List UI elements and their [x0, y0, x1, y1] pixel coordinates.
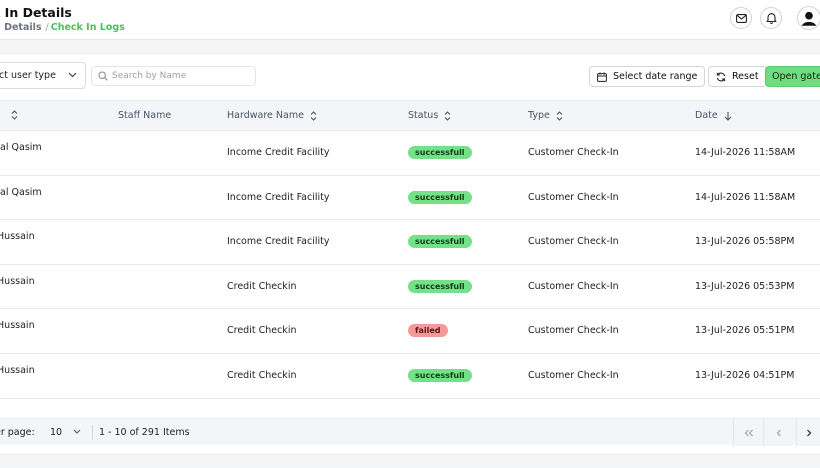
status-badge: successfull [408, 369, 472, 382]
row-person-name: n Hussain [0, 320, 35, 332]
date-range-button[interactable]: Select date range [589, 66, 706, 87]
column-header-label: Date [695, 110, 718, 121]
column-header-label: Staff Name [118, 110, 172, 121]
footer-divider [92, 425, 93, 440]
per-page-select[interactable]: 10 [45, 423, 87, 442]
sort-icon [444, 110, 451, 121]
table-header: Staff Name Hardware Name Status Type Dat… [0, 100, 820, 131]
row-hardware-name: Credit Checkin [227, 370, 297, 381]
breadcrumb-parent[interactable]: n Details [0, 22, 42, 33]
row-hardware-name: Income Credit Facility [227, 236, 330, 248]
app-header: k In Details n Details/Check In Logs [0, 0, 820, 40]
user-type-select[interactable]: ct user type [0, 62, 86, 89]
row-person-name: n Hussain [0, 365, 35, 376]
sort-icon [11, 110, 18, 120]
column-header-date[interactable]: Date [695, 110, 732, 121]
row-hardware-name: Income Credit Facility [227, 191, 330, 203]
column-header-staff-name[interactable]: Staff Name [118, 110, 171, 121]
row-date: 13-Jul-2026 05:53PM [695, 280, 795, 292]
per-page-value: 10 [50, 427, 63, 438]
reset-button[interactable]: Reset [708, 66, 767, 87]
row-date: 14-Jul-2026 11:58AM [695, 147, 796, 158]
row-person-name: n Hussain [0, 231, 35, 243]
chevron-left-icon [776, 429, 781, 436]
reset-label: Reset [732, 71, 759, 82]
search-input[interactable] [112, 71, 252, 81]
row-type: Customer Check-In [528, 325, 619, 337]
chevron-right-icon [806, 429, 811, 436]
table-footer: er page: 10 1 - 10 of 291 Items [0, 418, 820, 446]
breadcrumb: n Details/Check In Logs [0, 22, 125, 33]
chevrons-left-icon [744, 429, 753, 436]
row-hardware-name: Credit Checkin [227, 325, 297, 337]
column-header-name[interactable] [5, 110, 18, 120]
search-icon [98, 71, 108, 81]
column-header-label: Hardware Name [227, 110, 304, 121]
user-avatar-icon [798, 7, 820, 29]
status-badge: failed [408, 324, 448, 338]
column-header-status[interactable]: Status [408, 110, 451, 121]
row-hardware-name: Income Credit Facility [227, 147, 330, 158]
row-type: Customer Check-In [528, 370, 619, 381]
previous-page-button[interactable] [763, 419, 793, 446]
row-date: 13-Jul-2026 05:58PM [695, 236, 795, 248]
next-page-button[interactable] [796, 419, 820, 446]
bell-icon [765, 13, 777, 24]
table-toolbar: ct user type Select date range Reset Ope… [0, 62, 820, 92]
row-type: Customer Check-In [528, 191, 619, 203]
open-gate-label: Open gate [772, 71, 820, 82]
table-row[interactable]: ddal Qasim er Income Credit Facility suc… [0, 175, 820, 221]
notifications-button[interactable] [760, 7, 782, 29]
column-header-label: Type [528, 110, 550, 121]
table-row[interactable]: n Hussain er Credit Checkin successfull … [0, 264, 820, 310]
row-hardware-name: Credit Checkin [227, 280, 297, 292]
chevron-down-icon [73, 429, 81, 434]
row-person-name: ddal Qasim [0, 142, 42, 153]
date-range-label: Select date range [613, 71, 698, 82]
column-header-label: Status [408, 110, 439, 121]
search-box [91, 66, 256, 86]
mail-icon [735, 13, 747, 23]
table-row[interactable]: ddal Qasim er Income Credit Facility suc… [0, 131, 820, 176]
status-badge: successfull [408, 279, 472, 293]
row-type: Customer Check-In [528, 147, 619, 158]
status-badge: successfull [408, 235, 472, 249]
per-page-label: er page: [0, 427, 35, 438]
column-header-hardware-name[interactable]: Hardware Name [227, 110, 317, 121]
user-avatar[interactable] [797, 6, 820, 30]
row-date: 13-Jul-2026 05:51PM [695, 325, 795, 337]
table-row[interactable]: n Hussain er Income Credit Facility succ… [0, 220, 820, 265]
arrow-down-icon [724, 111, 732, 121]
table-row[interactable]: n Hussain er Credit Checkin failed Custo… [0, 309, 820, 354]
breadcrumb-current: Check In Logs [50, 22, 125, 33]
sort-icon [556, 110, 563, 121]
calendar-icon [597, 71, 607, 82]
row-type: Customer Check-In [528, 236, 619, 248]
chevron-down-icon [68, 72, 77, 78]
status-badge: successfull [408, 146, 472, 159]
row-date: 14-Jul-2026 11:58AM [695, 191, 796, 203]
status-badge: successfull [408, 190, 472, 204]
row-person-name: n Hussain [0, 275, 35, 287]
row-date: 13-Jul-2026 04:51PM [695, 370, 795, 381]
column-header-type[interactable]: Type [528, 110, 563, 121]
first-page-button[interactable] [733, 419, 763, 446]
row-person-name: ddal Qasim [0, 186, 42, 198]
table-row[interactable]: n Hussain er Credit Checkin successfull … [0, 354, 820, 399]
sort-icon [310, 110, 317, 121]
open-gate-button[interactable]: Open gate [765, 66, 820, 87]
breadcrumb-separator: / [45, 22, 49, 33]
mail-button[interactable] [730, 7, 752, 29]
pagination-range: 1 - 10 of 291 Items [99, 427, 190, 438]
row-type: Customer Check-In [528, 280, 619, 292]
refresh-icon [716, 72, 726, 81]
page-title: k In Details [0, 5, 72, 20]
user-type-select-value: ct user type [0, 70, 56, 81]
